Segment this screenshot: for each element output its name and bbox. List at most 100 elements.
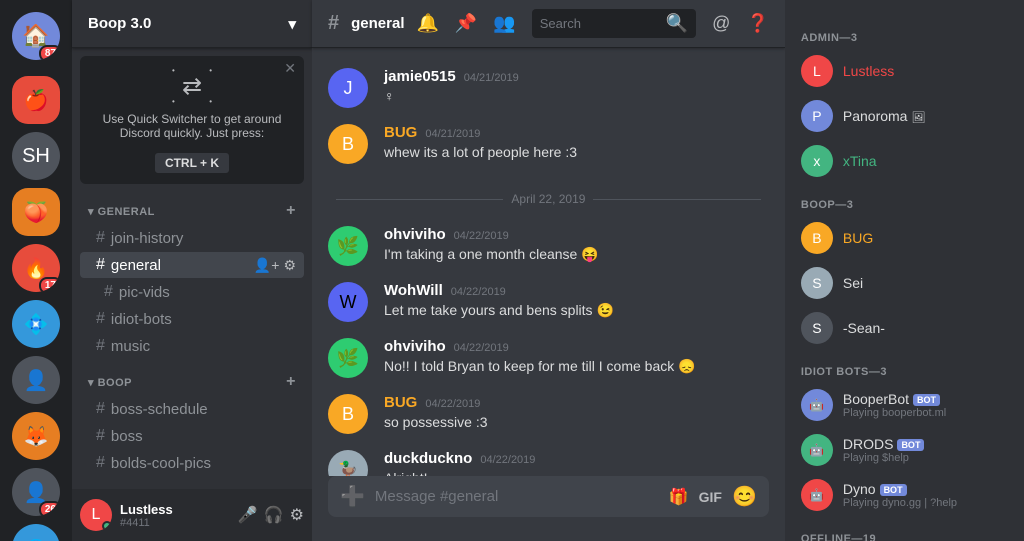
help-icon[interactable]: ❓ (746, 13, 768, 34)
server-badge-4: 17 (39, 277, 60, 292)
add-attachment-icon[interactable]: ➕ (340, 484, 365, 509)
msg-content: ohviviho 04/22/2019 I'm taking a one mon… (384, 226, 769, 266)
server-icon-4[interactable]: 🔥 17 (12, 244, 60, 292)
server-icon-6[interactable]: 👤 (12, 356, 60, 404)
message-input[interactable] (375, 476, 659, 517)
msg-timestamp: 04/22/2019 (454, 342, 509, 354)
channel-boss-schedule[interactable]: # boss-schedule (80, 396, 304, 422)
gift-icon[interactable]: 🎁 (669, 487, 689, 507)
category-boop-add[interactable]: + (286, 373, 296, 391)
gear-icon[interactable]: ⚙ (283, 257, 296, 274)
bot-badge: BOT (880, 484, 907, 496)
msg-header: ohviviho 04/22/2019 (384, 338, 769, 355)
member-avatar: S (801, 312, 833, 344)
member-lustless[interactable]: L Lustless (793, 49, 1017, 93)
server-icon-9[interactable]: 🌐 NEW (12, 524, 60, 541)
bell-icon[interactable]: 🔔 (416, 13, 438, 34)
search-input[interactable] (540, 16, 660, 31)
member-drods[interactable]: 🤖 DRODSBOT Playing $help (793, 428, 1017, 472)
member-sean[interactable]: S -Sean- (793, 306, 1017, 350)
member-info: DRODSBOT Playing $help (843, 436, 925, 464)
member-avatar: 🤖 (801, 434, 833, 466)
pin-icon[interactable]: 📌 (455, 13, 477, 34)
msg-header: ohviviho 04/22/2019 (384, 226, 769, 243)
channel-actions: 👤+ ⚙ (254, 257, 296, 274)
channel-name: pic-vids (119, 284, 170, 301)
quick-switcher-tooltip: ✕ ⇄ • • • • Use Quick Switcher to get ar… (80, 56, 304, 184)
at-icon[interactable]: @ (712, 13, 730, 34)
channel-bolds-cool-pics[interactable]: # bolds-cool-pics (80, 450, 304, 476)
channel-boss[interactable]: # boss (80, 423, 304, 449)
member-panoroma[interactable]: P Panoroma 🖼 (793, 94, 1017, 138)
member-name: Sei (843, 275, 863, 291)
channel-general[interactable]: # general 👤+ ⚙ (80, 252, 304, 278)
member-booperbot[interactable]: 🤖 BooperBotBOT Playing booperbot.ml (793, 383, 1017, 427)
category-general[interactable]: ▾ GENERAL + (72, 196, 312, 224)
hash-icon: # (96, 454, 105, 472)
channel-idiot-bots[interactable]: # idiot-bots (80, 306, 304, 332)
channel-name: bolds-cool-pics (111, 455, 211, 472)
discord-home-button[interactable]: 🏠 87 (12, 12, 60, 60)
server-icon-7[interactable]: 🦊 (12, 412, 60, 460)
member-name: xTina (843, 153, 877, 169)
server-chevron: ▾ (288, 15, 296, 33)
member-name: BUG (843, 230, 873, 246)
msg-timestamp: 04/21/2019 (425, 128, 480, 140)
msg-username: BUG (384, 394, 417, 411)
msg-timestamp: 04/22/2019 (451, 286, 506, 298)
category-general-add[interactable]: + (286, 202, 296, 220)
member-dyno[interactable]: 🤖 DynoBOT Playing dyno.gg | ?help (793, 473, 1017, 517)
member-sei[interactable]: S Sei (793, 261, 1017, 305)
chat-channel-name: general (351, 15, 404, 32)
message-group: 🦆 duckduckno 04/22/2019 Alright! (328, 446, 769, 476)
msg-header: BUG 04/21/2019 (384, 124, 769, 141)
member-xtina[interactable]: x xTina (793, 139, 1017, 183)
gif-icon[interactable]: GIF (699, 489, 722, 505)
category-boop[interactable]: ▾ BOOP + (72, 367, 312, 395)
chat-input-box: ➕ 🎁 GIF 😊 (328, 476, 769, 517)
emoji-icon[interactable]: 😊 (732, 484, 757, 509)
channel-hash: # (328, 12, 339, 35)
deafen-icon[interactable]: 🎧 (264, 505, 284, 525)
message-group: B BUG 04/22/2019 so possessive :3 (328, 390, 769, 438)
chat-input-area: ➕ 🎁 GIF 😊 (312, 476, 785, 541)
members-icon[interactable]: 👥 (493, 13, 515, 34)
msg-content: WohWill 04/22/2019 Let me take yours and… (384, 282, 769, 322)
server-icon-1[interactable]: 🍎 (12, 76, 60, 124)
msg-content: jamie0515 04/21/2019 ♀ (384, 68, 769, 108)
quick-switcher-close[interactable]: ✕ (284, 60, 296, 77)
msg-content: duckduckno 04/22/2019 Alright! (384, 450, 769, 476)
server-icon-8[interactable]: 👤 26 (12, 468, 60, 516)
bot-badge: BOT (913, 394, 940, 406)
msg-header: duckduckno 04/22/2019 (384, 450, 769, 467)
msg-username: ohviviho (384, 338, 446, 355)
member-sub: Playing dyno.gg | ?help (843, 497, 957, 509)
server-icon-3[interactable]: 🍑 (12, 188, 60, 236)
member-avatar: 🤖 (801, 479, 833, 511)
msg-avatar: 🌿 (328, 226, 368, 266)
member-avatar: P (801, 100, 833, 132)
member-bug[interactable]: B BUG (793, 216, 1017, 260)
member-name: BooperBotBOT (843, 391, 946, 407)
settings-icon[interactable]: ⚙ (290, 505, 304, 525)
server-icon-2[interactable]: SH (12, 132, 60, 180)
date-divider: April 22, 2019 (328, 192, 769, 206)
msg-timestamp: 04/21/2019 (464, 72, 519, 84)
msg-text: ♀ (384, 87, 769, 107)
channel-name: join-history (111, 230, 184, 247)
add-member-icon[interactable]: 👤+ (254, 257, 280, 274)
channel-list: ▾ GENERAL + # join-history # general 👤+ … (72, 188, 312, 489)
server-icon-5[interactable]: 💠 (12, 300, 60, 348)
category-general-label: ▾ GENERAL (88, 205, 155, 218)
channel-name: boss-schedule (111, 401, 208, 418)
server-header[interactable]: Boop 3.0 ▾ (72, 0, 312, 48)
channel-pic-vids[interactable]: # pic-vids (80, 279, 304, 305)
channel-music[interactable]: # music (80, 333, 304, 359)
message-group: B BUG 04/21/2019 whew its a lot of peopl… (328, 120, 769, 168)
date-divider-text: April 22, 2019 (511, 192, 585, 206)
msg-text: No!! I told Bryan to keep for me till I … (384, 357, 769, 377)
channel-name: general (111, 257, 161, 274)
msg-username: jamie0515 (384, 68, 456, 85)
channel-join-history[interactable]: # join-history (80, 225, 304, 251)
mute-icon[interactable]: 🎤 (238, 505, 258, 525)
